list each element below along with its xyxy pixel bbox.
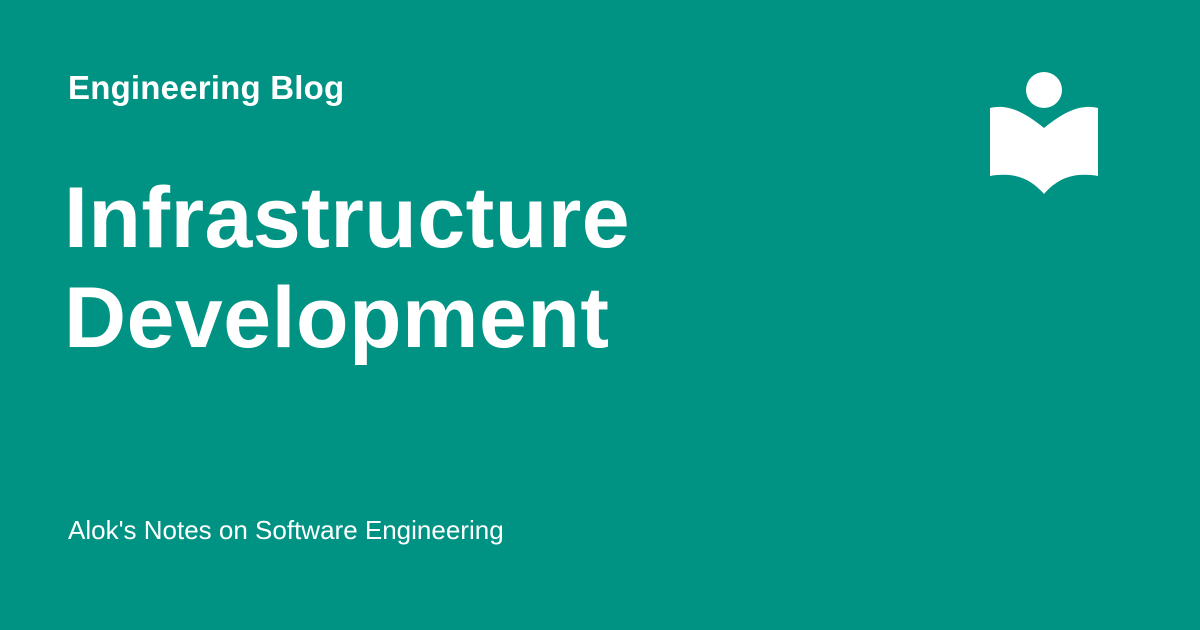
site-tagline: Alok's Notes on Software Engineering [68,515,504,545]
social-card: Engineering Blog Infrastructure Developm… [0,0,1200,630]
blog-name: Engineering Blog [68,69,345,106]
post-title-line-1: Infrastructure [64,170,631,266]
post-title-line-2: Development [64,270,610,366]
open-book-icon [990,106,1098,194]
reader-book-icon [990,72,1098,194]
post-title: Infrastructure Development [64,168,884,368]
reader-head-icon [1026,72,1062,108]
